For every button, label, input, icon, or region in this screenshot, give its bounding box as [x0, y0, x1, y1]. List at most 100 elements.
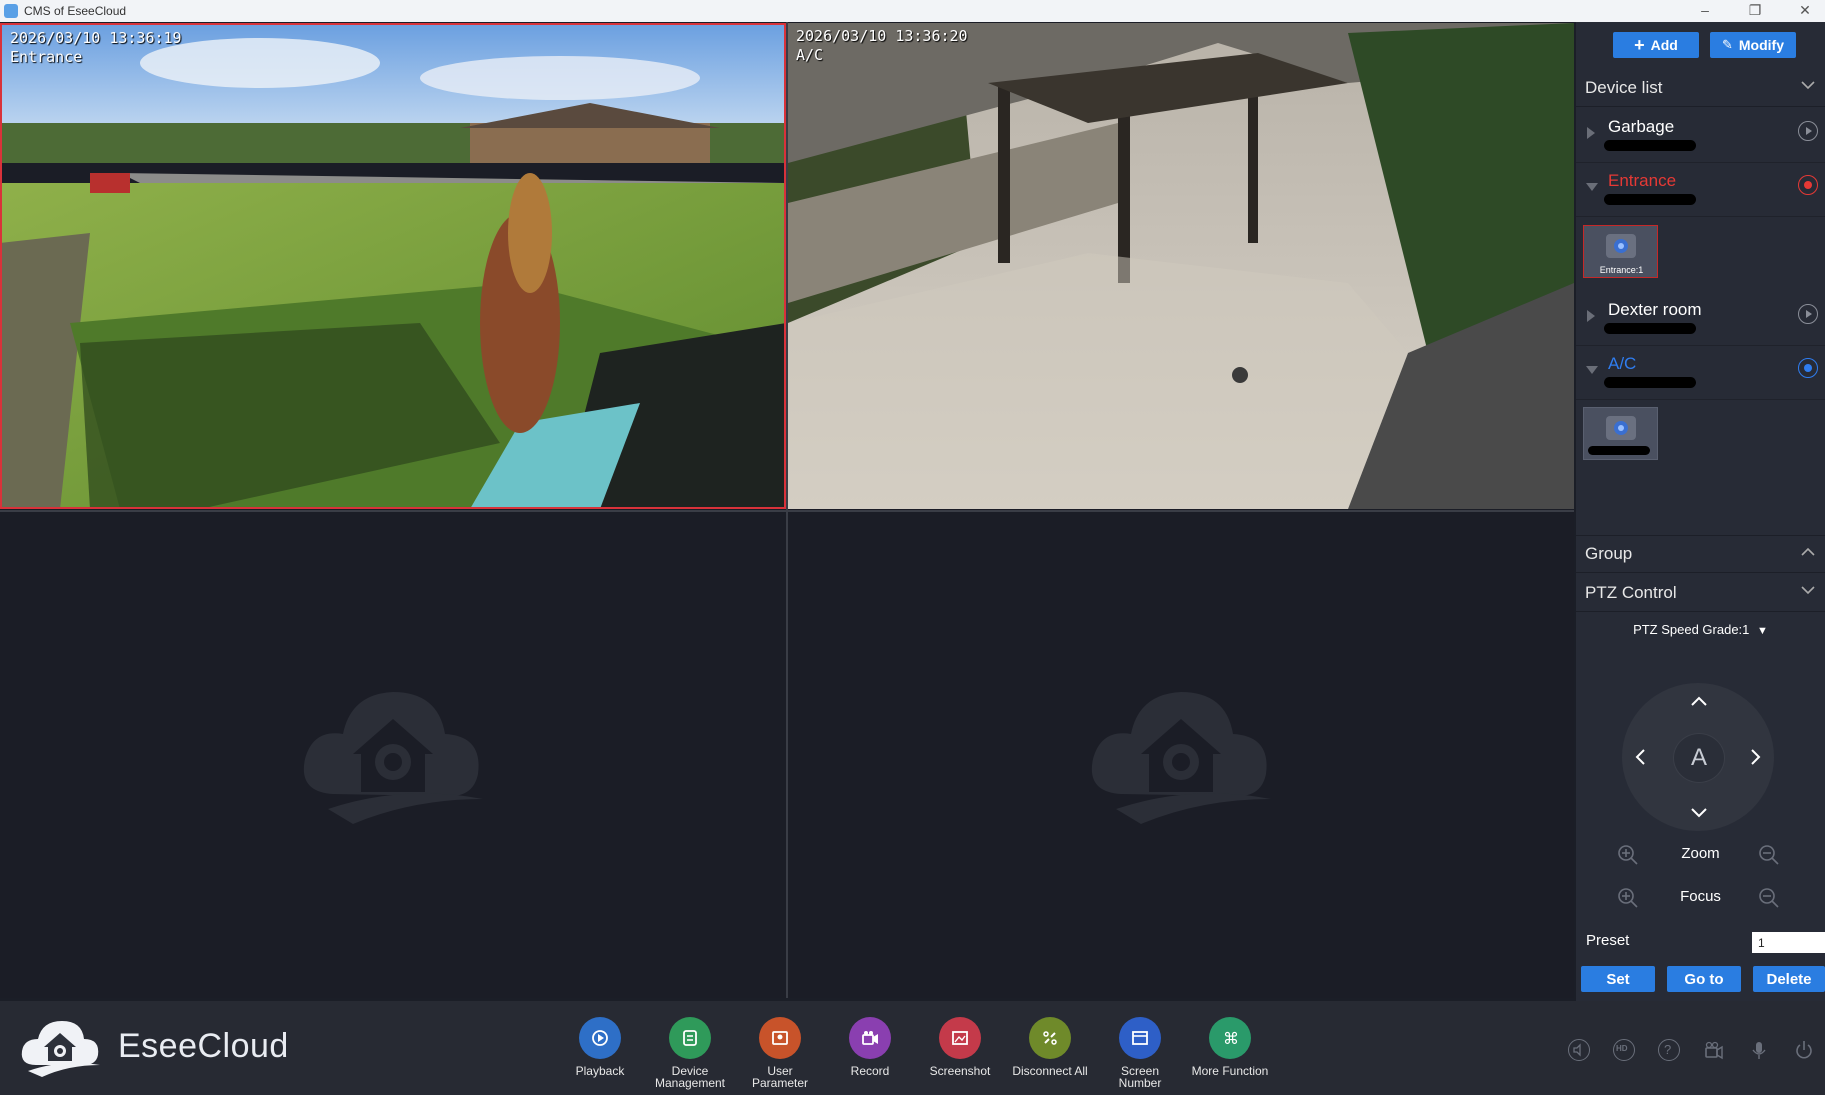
ptz-down-button[interactable]: [1690, 807, 1708, 819]
disconnect-icon: [1029, 1017, 1071, 1059]
microphone-icon[interactable]: [1748, 1039, 1770, 1061]
device-item-ac[interactable]: A/C: [1576, 346, 1825, 400]
caret-down-icon: [1586, 366, 1598, 374]
device-item-entrance[interactable]: Entrance: [1576, 163, 1825, 217]
preset-goto-label: Go to: [1684, 970, 1724, 988]
power-icon[interactable]: [1793, 1039, 1815, 1061]
brand: EseeCloud: [18, 1015, 289, 1077]
camera-tile-ac[interactable]: 2026/03/10 13:36:20 A/C: [788, 23, 1574, 509]
preset-delete-button[interactable]: Delete: [1753, 966, 1825, 992]
record-label: Record: [850, 1064, 890, 1078]
device-id-redacted: [1604, 194, 1696, 205]
disconnect-all-button[interactable]: Disconnect All: [1010, 1017, 1090, 1077]
playback-label: Playback: [575, 1064, 625, 1078]
brand-name: EseeCloud: [118, 1026, 289, 1065]
ptz-speed-select[interactable]: PTZ Speed Grade:1 ▼: [1576, 622, 1825, 637]
camera-feed-ac: [788, 23, 1574, 509]
minimize-button[interactable]: –: [1690, 0, 1720, 22]
osd-camera-name: Entrance: [10, 48, 83, 66]
modify-button[interactable]: ✎ Modify: [1710, 32, 1796, 58]
zoom-row: Zoom: [1576, 840, 1825, 870]
channel-label: Entrance:1: [1599, 265, 1644, 275]
ptz-auto-button[interactable]: A: [1673, 733, 1725, 783]
osd-overlay: 2026/03/10 13:36:19 Entrance: [10, 29, 182, 67]
ptz-left-button[interactable]: [1634, 748, 1646, 766]
preset-goto-button[interactable]: Go to: [1667, 966, 1741, 992]
camera-tile-entrance[interactable]: 2026/03/10 13:36:19 Entrance: [0, 23, 786, 509]
record-dot-icon[interactable]: [1798, 175, 1818, 195]
osd-timestamp: 2026/03/10 13:36:20: [796, 27, 968, 45]
hd-icon[interactable]: HD: [1613, 1039, 1635, 1061]
chevron-down-icon: [1801, 586, 1815, 595]
playback-button[interactable]: Playback: [560, 1017, 640, 1077]
device-item-dexter-room[interactable]: Dexter room: [1576, 292, 1825, 346]
screen-number-button[interactable]: Screen Number: [1100, 1017, 1180, 1089]
ptz-control-header[interactable]: PTZ Control: [1576, 574, 1825, 612]
record-dot-icon[interactable]: [1798, 358, 1818, 378]
ptz-auto-label: A: [1690, 744, 1707, 771]
channel-thumbnail-ac[interactable]: [1583, 407, 1658, 460]
device-management-label: Device Management: [654, 1064, 726, 1090]
window-title: CMS of EseeCloud: [24, 4, 127, 18]
edit-icon: ✎: [1721, 37, 1733, 52]
eseecloud-watermark-icon: [1091, 692, 1271, 824]
ptz-speed-value: PTZ Speed Grade:1: [1633, 622, 1750, 637]
user-parameter-button[interactable]: User Parameter: [740, 1017, 820, 1089]
zoom-label: Zoom: [1681, 845, 1720, 862]
caret-right-icon: [1587, 127, 1595, 139]
user-parameter-icon: [759, 1017, 801, 1059]
close-button[interactable]: ✕: [1790, 0, 1820, 22]
record-icon: [849, 1017, 891, 1059]
add-button[interactable]: + Add: [1613, 32, 1699, 58]
more-function-icon: ⌘: [1209, 1017, 1251, 1059]
device-id-redacted: [1604, 377, 1696, 388]
plus-icon: +: [1634, 35, 1645, 55]
play-icon[interactable]: [1798, 121, 1818, 141]
screenshot-button[interactable]: Screenshot: [920, 1017, 1000, 1077]
channel-thumbnail-entrance[interactable]: Entrance:1: [1583, 225, 1658, 278]
device-name: Dexter room: [1608, 300, 1702, 319]
device-name: A/C: [1608, 354, 1637, 373]
focus-label: Focus: [1680, 888, 1721, 905]
ptz-up-button[interactable]: [1690, 695, 1708, 707]
device-name: Garbage: [1608, 117, 1675, 136]
more-function-button[interactable]: ⌘ More Function: [1190, 1017, 1270, 1077]
group-header[interactable]: Group: [1576, 535, 1825, 573]
disconnect-all-label: Disconnect All: [1012, 1064, 1088, 1078]
screenshot-icon: [939, 1017, 981, 1059]
window-titlebar: CMS of EseeCloud – ❐ ✕: [0, 0, 1825, 22]
ptz-right-button[interactable]: [1750, 748, 1762, 766]
play-icon[interactable]: [1798, 304, 1818, 324]
osd-camera-name: A/C: [796, 46, 824, 64]
app-icon: [4, 4, 18, 18]
restore-button[interactable]: ❐: [1740, 0, 1770, 22]
device-list-header[interactable]: Device list: [1576, 69, 1825, 107]
mute-icon[interactable]: [1568, 1039, 1590, 1061]
sidebar: + Add ✎ Modify Device list Garbage Entra…: [1576, 22, 1825, 1001]
camera-tile-empty-4[interactable]: [788, 512, 1574, 996]
screenshot-label: Screenshot: [929, 1064, 991, 1078]
modify-button-label: Modify: [1738, 37, 1784, 53]
caret-down-icon: [1586, 183, 1598, 191]
zoom-out-icon[interactable]: [1757, 843, 1781, 867]
record-all-icon[interactable]: [1703, 1039, 1725, 1061]
record-button[interactable]: Record: [830, 1017, 910, 1077]
device-item-garbage[interactable]: Garbage: [1576, 109, 1825, 163]
eseecloud-watermark-icon: [303, 692, 483, 824]
device-list-title: Device list: [1585, 77, 1663, 97]
caret-right-icon: [1587, 310, 1595, 322]
user-parameter-label: User Parameter: [751, 1064, 809, 1090]
preset-set-button[interactable]: Set: [1581, 966, 1655, 992]
add-button-label: Add: [1650, 37, 1678, 53]
channel-label-redacted: [1588, 446, 1650, 455]
svg-text:⌘: ⌘: [1223, 1029, 1239, 1048]
screen-number-icon: [1119, 1017, 1161, 1059]
caret-down-icon: ▼: [1757, 625, 1768, 637]
focus-out-icon[interactable]: [1757, 886, 1781, 910]
ptz-control-title: PTZ Control: [1585, 582, 1677, 602]
help-icon[interactable]: ?: [1658, 1039, 1680, 1061]
preset-input[interactable]: [1752, 932, 1825, 953]
device-management-button[interactable]: Device Management: [650, 1017, 730, 1089]
camera-tile-empty-3[interactable]: [0, 512, 786, 996]
preset-set-label: Set: [1606, 970, 1630, 988]
